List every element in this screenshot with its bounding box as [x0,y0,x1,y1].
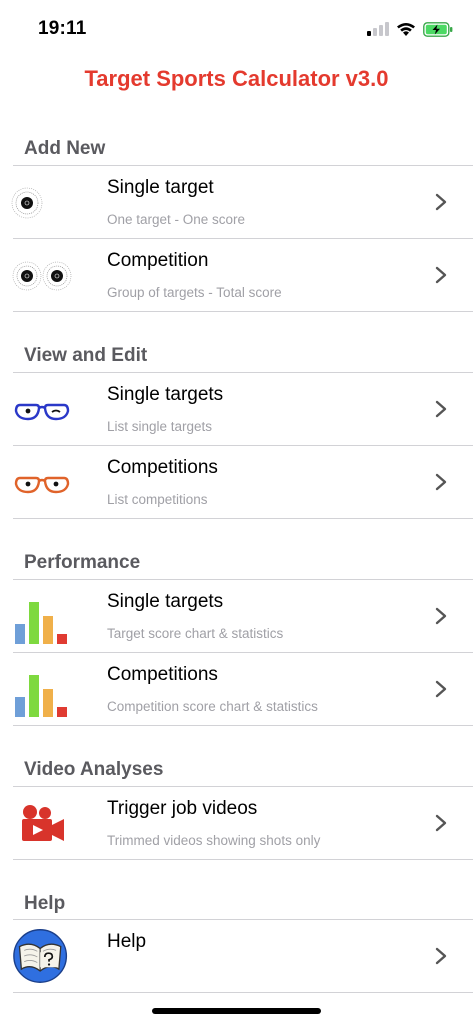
menu-item-subtitle: Group of targets - Total score [107,285,282,300]
menu-item-title: Single targets [107,591,224,612]
divider [13,859,473,860]
menu-item-trigger-job-videos[interactable]: Trigger job videos Trimmed videos showin… [0,787,473,860]
menu-item-subtitle: Target score chart & statistics [107,626,284,641]
single-target-icon [11,187,43,219]
menu-item-single-target[interactable]: Single target One target - One score [0,166,473,239]
status-bar: 19:11 [0,0,473,54]
menu-item-view-single-targets[interactable]: Single targets List single targets [0,373,473,446]
divider [13,725,473,726]
chevron-right-icon [435,193,447,211]
bar-chart-icon [15,675,67,717]
menu-item-title: Trigger job videos [107,798,258,819]
help-book-icon [13,929,68,983]
menu-item-title: Help [107,931,147,952]
video-camera-icon [22,805,64,841]
blue-glasses-icon [14,403,70,421]
menu-item-subtitle: One target - One score [107,212,246,227]
menu-item-help[interactable]: Help [0,920,473,993]
home-indicator[interactable] [152,1008,321,1014]
divider [13,311,473,312]
wifi-icon [397,22,415,36]
chevron-right-icon [435,266,447,284]
chevron-right-icon [435,607,447,625]
chevron-right-icon [435,400,447,418]
double-target-icon [12,261,72,291]
cellular-signal-icon [367,22,389,36]
menu-item-view-competitions[interactable]: Competitions List competitions [0,446,473,519]
menu-item-title: Competitions [107,664,218,685]
bar-chart-icon [15,602,67,644]
menu-item-subtitle: List single targets [107,419,213,434]
section-header-add-new: Add New [24,138,106,159]
chevron-right-icon [435,473,447,491]
section-header-performance: Performance [24,552,141,573]
section-header-video-analyses: Video Analyses [24,759,164,780]
app-title: Target Sports Calculator v3.0 [84,66,389,91]
menu-item-competition[interactable]: Competition Group of targets - Total sco… [0,239,473,312]
menu-item-performance-competitions[interactable]: Competitions Competition score chart & s… [0,653,473,726]
menu-item-subtitle: Trimmed videos showing shots only [107,833,321,848]
menu-item-title: Competition [107,250,209,271]
battery-charging-icon [423,21,453,37]
chevron-right-icon [435,814,447,832]
divider [13,518,473,519]
menu-item-title: Single targets [107,384,224,405]
menu-item-title: Single target [107,177,214,198]
section-header-view-edit: View and Edit [24,345,148,366]
status-time: 19:11 [38,18,87,39]
orange-glasses-icon [14,476,70,494]
menu-item-title: Competitions [107,457,218,478]
chevron-right-icon [435,947,447,965]
status-icons [367,19,453,39]
menu-item-performance-single-targets[interactable]: Single targets Target score chart & stat… [0,580,473,653]
menu-item-subtitle: List competitions [107,492,208,507]
section-header-help: Help [24,893,66,914]
chevron-right-icon [435,680,447,698]
divider [13,992,473,993]
menu-item-subtitle: Competition score chart & statistics [107,699,318,714]
